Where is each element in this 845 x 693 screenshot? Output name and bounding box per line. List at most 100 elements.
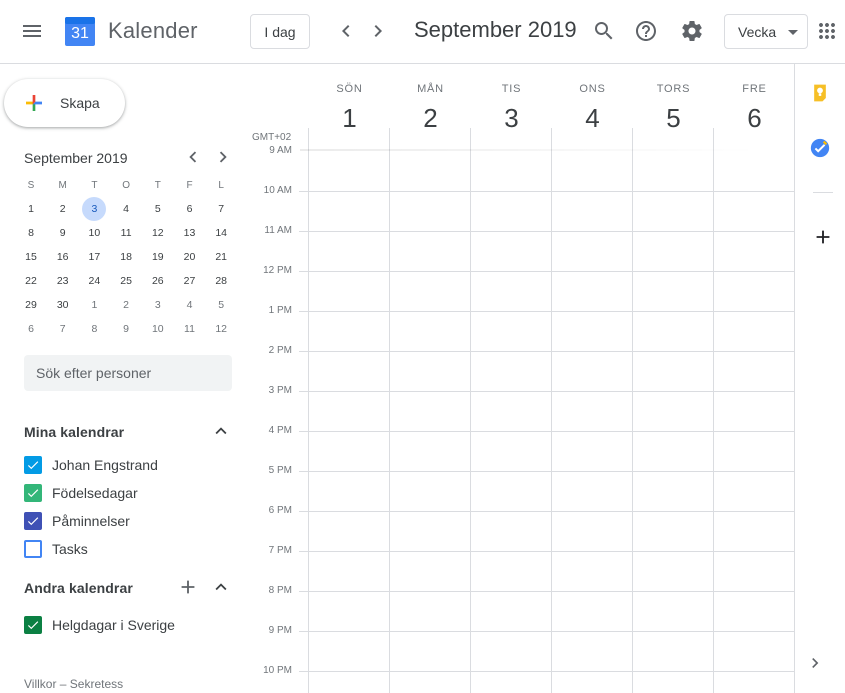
apps-button[interactable] — [807, 11, 845, 51]
mini-calendar-day[interactable]: 1 — [19, 197, 43, 221]
expand-side-panel-button[interactable] — [803, 651, 827, 675]
help-button[interactable] — [626, 11, 666, 51]
keep-icon — [814, 84, 826, 102]
checkbox-checked-icon[interactable] — [24, 456, 42, 474]
mini-calendar-day[interactable]: 19 — [146, 245, 170, 269]
hour-gridline — [299, 471, 795, 472]
day-header[interactable]: MÅN 2 — [390, 64, 471, 133]
mini-calendar-day[interactable]: 2 — [114, 293, 138, 317]
search-people-input[interactable] — [24, 355, 232, 391]
plus-icon — [181, 580, 195, 594]
mini-calendar-day[interactable]: 3 — [82, 197, 107, 221]
keep-button[interactable] — [800, 73, 840, 113]
create-button[interactable]: Skapa — [4, 79, 125, 127]
mini-calendar-day[interactable]: 25 — [114, 269, 138, 293]
mini-calendar-day[interactable]: 8 — [82, 317, 106, 341]
mini-calendar-day[interactable]: 7 — [51, 317, 75, 341]
mini-calendar-day[interactable]: 4 — [114, 197, 138, 221]
mini-calendar-day[interactable]: 1 — [82, 293, 106, 317]
mini-calendar-day[interactable]: 11 — [178, 317, 202, 341]
main-menu-button[interactable] — [12, 11, 52, 51]
mini-calendar-day[interactable]: 20 — [178, 245, 202, 269]
mini-calendar-day[interactable]: 28 — [209, 269, 233, 293]
mini-calendar-day[interactable]: 3 — [146, 293, 170, 317]
my-calendars-title[interactable]: Mina kalendrar — [24, 424, 124, 440]
calendar-item[interactable]: Johan Engstrand — [24, 453, 158, 477]
mini-calendar-day[interactable]: 17 — [82, 245, 106, 269]
day-header[interactable]: SÖN 1 — [309, 64, 390, 133]
day-number[interactable]: 2 — [390, 103, 471, 134]
view-selector[interactable]: Vecka — [724, 14, 808, 49]
mini-calendar-day[interactable]: 26 — [146, 269, 170, 293]
mini-calendar-day[interactable]: 9 — [51, 221, 75, 245]
mini-calendar-day[interactable]: 2 — [51, 197, 75, 221]
mini-calendar-day[interactable]: 24 — [82, 269, 106, 293]
mini-calendar-day[interactable]: 11 — [114, 221, 138, 245]
mini-calendar-day[interactable]: 12 — [146, 221, 170, 245]
add-other-calendar-button[interactable] — [176, 575, 200, 599]
calendar-logo[interactable]: 31 — [64, 15, 96, 47]
plus-multicolor-icon — [26, 95, 42, 111]
mini-calendar-day[interactable]: 21 — [209, 245, 233, 269]
mini-calendar-day[interactable]: 30 — [51, 293, 75, 317]
other-calendars-title[interactable]: Andra kalendrar — [24, 580, 133, 596]
day-header[interactable]: TORS 5 — [633, 64, 714, 133]
mini-calendar-day[interactable]: 22 — [19, 269, 43, 293]
mini-calendar-day[interactable]: 14 — [209, 221, 233, 245]
hour-label: 5 PM — [268, 465, 292, 476]
calendar-item[interactable]: Påminnelser — [24, 509, 130, 533]
mini-calendar-day[interactable]: 23 — [51, 269, 75, 293]
day-number[interactable]: 3 — [471, 103, 552, 134]
checkbox-checked-icon[interactable] — [24, 484, 42, 502]
day-number[interactable]: 5 — [633, 103, 714, 134]
mini-calendar-day[interactable]: 29 — [19, 293, 43, 317]
mini-calendar-day[interactable]: 27 — [178, 269, 202, 293]
day-column-divider — [389, 128, 390, 693]
day-number[interactable]: 6 — [714, 103, 795, 134]
today-button[interactable]: I dag — [250, 14, 310, 49]
mini-calendar-day[interactable]: 5 — [146, 197, 170, 221]
mini-calendar-day[interactable]: 18 — [114, 245, 138, 269]
mini-calendar-day[interactable]: 15 — [19, 245, 43, 269]
view-selector-label: Vecka — [738, 23, 777, 40]
mini-calendar-day[interactable]: 10 — [82, 221, 106, 245]
hour-label: 8 PM — [268, 585, 292, 596]
next-week-button[interactable] — [358, 11, 398, 51]
search-button[interactable] — [584, 11, 624, 51]
calendar-item[interactable]: Helgdagar i Sverige — [24, 613, 175, 637]
mini-calendar-next-button[interactable] — [211, 145, 235, 169]
mini-calendar-day[interactable]: 9 — [114, 317, 138, 341]
day-header[interactable]: ONS 4 — [552, 64, 633, 133]
tasks-button[interactable] — [800, 128, 840, 168]
day-header[interactable]: FRE 6 — [714, 64, 795, 133]
mini-calendar-day[interactable]: 10 — [146, 317, 170, 341]
get-addons-button[interactable] — [803, 217, 843, 257]
checkbox-checked-icon[interactable] — [24, 512, 42, 530]
mini-calendar-day[interactable]: 7 — [209, 197, 233, 221]
timezone-label: GMT+02 — [252, 132, 292, 143]
day-header[interactable]: TIS 3 — [471, 64, 552, 133]
mini-weekday-label: L — [218, 179, 224, 191]
mini-calendar-day[interactable]: 6 — [178, 197, 202, 221]
hour-label: 3 PM — [268, 385, 292, 396]
mini-calendar-day[interactable]: 12 — [209, 317, 233, 341]
mini-calendar-day[interactable]: 4 — [178, 293, 202, 317]
day-name: MÅN — [417, 83, 444, 95]
day-number[interactable]: 1 — [309, 103, 390, 134]
mini-calendar-prev-button[interactable] — [181, 145, 205, 169]
checkbox-checked-icon[interactable] — [24, 616, 42, 634]
mini-calendar-day[interactable]: 8 — [19, 221, 43, 245]
settings-button[interactable] — [672, 11, 712, 51]
checkbox-unchecked-icon[interactable] — [24, 540, 42, 558]
collapse-my-calendars-button[interactable] — [209, 419, 233, 443]
calendar-item[interactable]: Födelsedagar — [24, 481, 138, 505]
mini-calendar-day[interactable]: 16 — [51, 245, 75, 269]
calendar-item[interactable]: Tasks — [24, 537, 88, 561]
day-column-divider — [632, 128, 633, 693]
day-number[interactable]: 4 — [552, 103, 633, 134]
mini-calendar-day[interactable]: 6 — [19, 317, 43, 341]
terms-privacy-link[interactable]: Villkor – Sekretess — [24, 677, 123, 691]
mini-calendar-day[interactable]: 5 — [209, 293, 233, 317]
collapse-other-calendars-button[interactable] — [209, 575, 233, 599]
mini-calendar-day[interactable]: 13 — [178, 221, 202, 245]
